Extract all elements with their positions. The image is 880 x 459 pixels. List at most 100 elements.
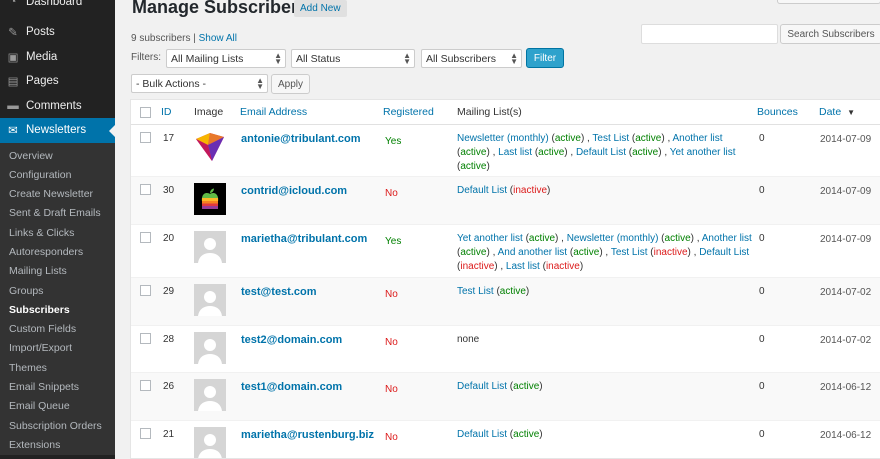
row-checkbox[interactable]: [140, 232, 151, 243]
subscriber-id: 29: [163, 286, 175, 297]
show-all-link[interactable]: Show All: [199, 33, 237, 44]
default-avatar-icon: [194, 284, 226, 316]
mailing-list-link[interactable]: Test List: [592, 133, 629, 144]
mailing-list-filter[interactable]: All Mailing Lists ▲ ▼: [166, 49, 286, 68]
mailing-lists-cell: Default List (active): [457, 381, 543, 392]
list-status: active: [635, 133, 662, 144]
submenu-item-autoresponders[interactable]: Autoresponders: [0, 243, 115, 262]
list-status: active: [632, 147, 659, 158]
row-checkbox[interactable]: [140, 380, 151, 391]
column-id[interactable]: ID: [161, 106, 172, 118]
list-status: inactive: [545, 261, 580, 272]
mailing-list-link[interactable]: Test List: [457, 286, 494, 297]
envelope-icon: ✉: [8, 125, 18, 138]
registered-status: No: [385, 289, 398, 300]
mailing-list-link[interactable]: Test List: [611, 247, 648, 258]
email-link[interactable]: test1@domain.com: [241, 381, 342, 393]
filter-button[interactable]: Filter: [526, 48, 564, 68]
add-new-button[interactable]: Add New: [294, 0, 347, 17]
search-subscribers-button[interactable]: Search Subscribers: [780, 24, 880, 44]
row-checkbox[interactable]: [140, 285, 151, 296]
mailing-lists-cell: Default List (inactive): [457, 185, 551, 196]
updown-arrow-icon: ▲ ▼: [403, 51, 411, 66]
column-bounces[interactable]: Bounces: [757, 106, 798, 118]
menu-item-media[interactable]: ▣ Media: [0, 45, 115, 70]
column-mailing-lists: Mailing List(s): [457, 106, 522, 118]
mailing-list-link[interactable]: Default List: [699, 247, 749, 258]
registered-status: No: [385, 432, 398, 443]
status-filter[interactable]: All Status ▲ ▼: [291, 49, 415, 68]
menu-item-posts[interactable]: ✎ Posts: [0, 20, 115, 45]
list-status: inactive: [653, 247, 688, 258]
submenu-item-extensions[interactable]: Extensions: [0, 436, 115, 455]
bounces-count: 0: [759, 334, 765, 345]
mailing-list-link[interactable]: Another list: [672, 133, 722, 144]
list-status: active: [538, 147, 565, 158]
submenu-item-import-export[interactable]: Import/Export: [0, 339, 115, 358]
mailing-list-link[interactable]: Default List: [457, 185, 507, 196]
row-checkbox[interactable]: [140, 333, 151, 344]
no-lists-text: none: [457, 334, 480, 345]
apple-logo-icon: [194, 183, 226, 215]
menu-item-pages[interactable]: ▤ Pages: [0, 69, 115, 94]
row-checkbox[interactable]: [140, 428, 151, 439]
submenu-item-email-queue[interactable]: Email Queue: [0, 397, 115, 416]
subscriber-id: 30: [163, 185, 175, 196]
mailing-list-link[interactable]: Last list: [498, 147, 532, 158]
email-link[interactable]: test@test.com: [241, 286, 317, 298]
email-link[interactable]: test2@domain.com: [241, 334, 342, 346]
menu-item-dashboard[interactable]: ◔ Dashboard: [0, 0, 115, 8]
row-checkbox[interactable]: [140, 184, 151, 195]
submenu-item-groups[interactable]: Groups: [0, 282, 115, 301]
email-link[interactable]: antonie@tribulant.com: [241, 133, 361, 145]
submenu-item-email-snippets[interactable]: Email Snippets: [0, 378, 115, 397]
mailing-list-link[interactable]: Default List: [457, 429, 507, 440]
updown-arrow-icon: ▲ ▼: [510, 51, 518, 66]
submenu-item-mailing-lists[interactable]: Mailing Lists: [0, 262, 115, 281]
mailing-list-link[interactable]: Default List: [576, 147, 626, 158]
list-status: active: [460, 147, 487, 158]
submenu-item-overview[interactable]: Overview: [0, 147, 115, 166]
submenu-item-sent-draft-emails[interactable]: Sent & Draft Emails: [0, 204, 115, 223]
email-link[interactable]: marietha@tribulant.com: [241, 233, 367, 245]
submenu-item-configuration[interactable]: Configuration: [0, 166, 115, 185]
mailing-list-link[interactable]: Newsletter (monthly): [567, 233, 659, 244]
separator: |: [193, 33, 196, 44]
subscribers-filter[interactable]: All Subscribers ▲ ▼: [421, 49, 522, 68]
row-checkbox[interactable]: [140, 132, 151, 143]
mailing-list-link[interactable]: Last list: [506, 261, 540, 272]
bounces-count: 0: [759, 185, 765, 196]
table-body: 17 antonie@tribulant.com Yes Newsletter (mo…: [131, 125, 880, 458]
screen-options-tab[interactable]: [777, 0, 880, 4]
menu-item-newsletters[interactable]: ✉ Newsletters: [0, 118, 115, 143]
mailing-lists-cell: Default List (active): [457, 429, 543, 440]
column-registered[interactable]: Registered: [383, 106, 434, 118]
select-all-checkbox[interactable]: [140, 107, 151, 118]
submenu-item-themes[interactable]: Themes: [0, 359, 115, 378]
mailing-list-link[interactable]: Yet another list: [457, 233, 523, 244]
email-link[interactable]: marietha@rustenburg.biz: [241, 429, 374, 441]
submenu-item-subscribers[interactable]: Subscribers: [0, 301, 115, 320]
table-header: ID Image Email Address Registered Mailin…: [131, 100, 880, 125]
media-icon: ▣: [7, 51, 19, 64]
email-link[interactable]: contrid@icloud.com: [241, 185, 347, 197]
mailing-list-link[interactable]: Yet another list: [670, 147, 736, 158]
submenu-item-custom-fields[interactable]: Custom Fields: [0, 320, 115, 339]
page-title: Manage Subscribers: [132, 0, 309, 17]
search-input[interactable]: [641, 24, 778, 44]
mailing-list-link[interactable]: Another list: [702, 233, 752, 244]
default-avatar-icon: [194, 427, 226, 458]
mailing-list-link[interactable]: Default List: [457, 381, 507, 392]
menu-item-label: Comments: [26, 99, 82, 112]
submenu-item-links-clicks[interactable]: Links & Clicks: [0, 224, 115, 243]
gem-logo-icon: [194, 131, 226, 163]
mailing-list-link[interactable]: And another list: [498, 247, 568, 258]
submenu-item-create-newsletter[interactable]: Create Newsletter: [0, 185, 115, 204]
column-email[interactable]: Email Address: [240, 106, 307, 118]
bulk-actions-select[interactable]: - Bulk Actions - ▲ ▼: [131, 74, 268, 93]
menu-item-comments[interactable]: ▬ Comments: [0, 94, 115, 119]
mailing-list-link[interactable]: Newsletter (monthly): [457, 133, 549, 144]
column-date[interactable]: Date ▼: [819, 106, 855, 118]
submenu-item-subscription-orders[interactable]: Subscription Orders: [0, 417, 115, 436]
apply-button[interactable]: Apply: [271, 74, 310, 94]
